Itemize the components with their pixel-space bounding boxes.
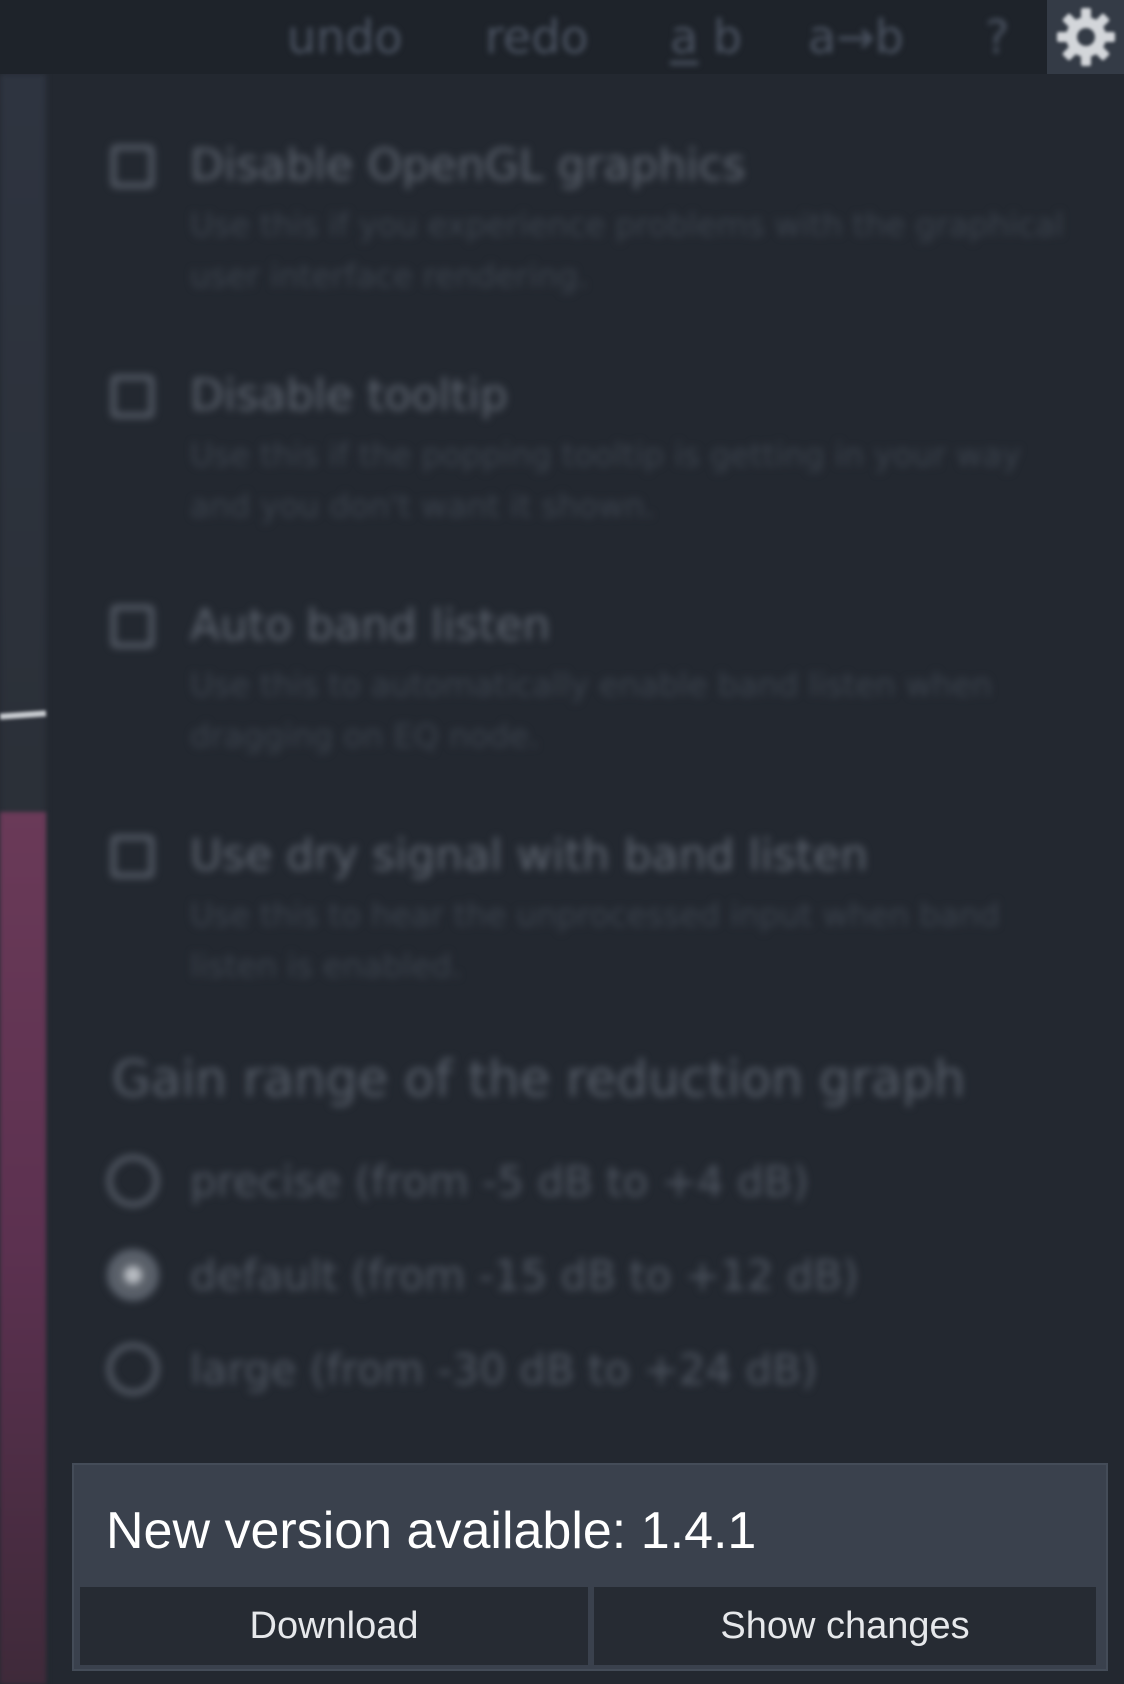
radio-label-large: large (from -30 dB to +24 dB) [190,1345,818,1394]
option-title: Auto band listen [190,600,551,651]
option-title: Disable OpenGL graphics [190,140,746,191]
checkbox-disable-tooltip[interactable] [111,375,154,418]
checkbox-disable-opengl[interactable] [111,145,154,188]
settings-panel: Disable OpenGL graphics Use this if you … [0,0,1124,1460]
option-description: Use this to automatically enable band li… [190,666,993,755]
option-description: Use this if the popping tooltip is getti… [190,436,1021,525]
radio-label-default: default (from -15 dB to +12 dB) [190,1251,859,1300]
option-description: Use this to hear the unprocessed input w… [190,896,1000,985]
plugin-settings-window: undo redo a b a→b ? Disable OpenGL graph… [0,0,1124,1684]
radio-label-precise: precise (from -5 dB to +4 dB) [190,1157,809,1206]
option-title: Disable tooltip [190,370,508,421]
download-button[interactable]: Download [80,1587,588,1665]
option-title: Use dry signal with band listen [190,830,868,881]
update-title: New version available: 1.4.1 [106,1502,757,1560]
radio-gain-precise[interactable] [107,1155,159,1207]
gain-range-heading: Gain range of the reduction graph [112,1050,966,1108]
show-changes-button[interactable]: Show changes [594,1587,1096,1665]
update-notification: New version available: 1.4.1 Download Sh… [72,1463,1108,1671]
checkbox-dry-signal-band-listen[interactable] [111,835,154,878]
option-description: Use this if you experience problems with… [190,206,1064,295]
checkbox-auto-band-listen[interactable] [111,605,154,648]
radio-gain-large[interactable] [107,1343,159,1395]
radio-gain-default[interactable] [107,1249,159,1301]
